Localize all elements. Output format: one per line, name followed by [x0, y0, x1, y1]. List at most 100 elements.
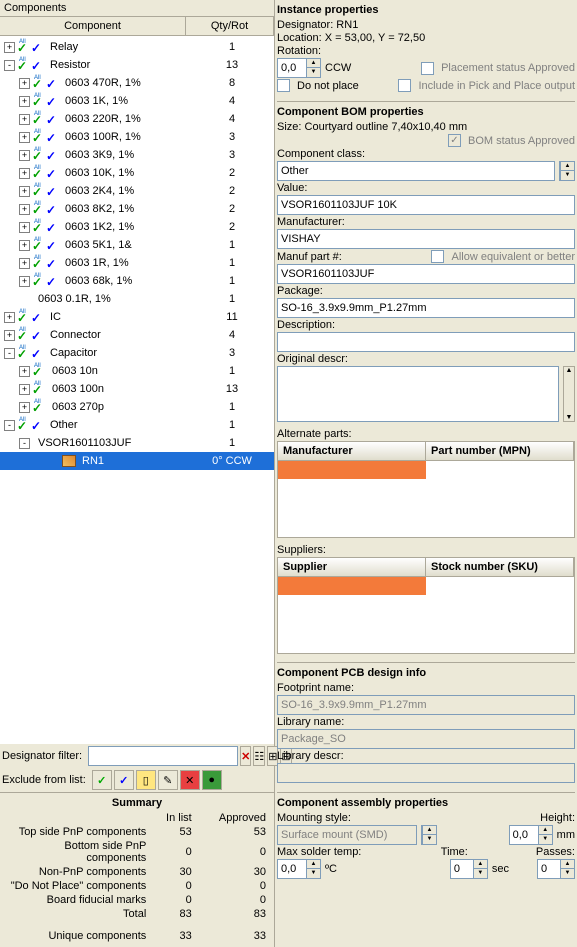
check-all-icon[interactable] — [17, 59, 30, 72]
alt-col-mpn[interactable]: Part number (MPN) — [426, 442, 574, 460]
check-all-icon[interactable] — [32, 77, 45, 90]
expand-icon[interactable]: + — [19, 186, 30, 197]
check-all-icon[interactable] — [32, 401, 45, 414]
check-blue-icon[interactable] — [31, 419, 44, 432]
solder-temp-spinner[interactable]: ▲▼ — [277, 859, 321, 879]
check-blue-icon[interactable] — [46, 131, 59, 144]
check-all-icon[interactable] — [32, 95, 45, 108]
check-all-icon[interactable] — [32, 185, 45, 198]
sup-col-sku[interactable]: Stock number (SKU) — [426, 558, 574, 576]
passes-input[interactable] — [538, 860, 560, 878]
placement-approved-checkbox[interactable] — [421, 62, 434, 75]
class-up[interactable]: ▲ — [560, 162, 574, 171]
expand-icon[interactable]: + — [19, 384, 30, 395]
expand-icon[interactable]: + — [19, 222, 30, 233]
tree-row[interactable]: +0603 3K9, 1%3 — [0, 146, 274, 164]
check-blue-icon[interactable] — [46, 203, 59, 216]
value-input[interactable] — [277, 195, 575, 215]
tree-row[interactable]: +0603 470R, 1%8 — [0, 74, 274, 92]
orig-desc-scroll-down[interactable]: ▼ — [564, 414, 574, 421]
exclude-tool3-button[interactable]: ✕ — [180, 770, 200, 790]
check-blue-icon[interactable] — [46, 275, 59, 288]
tree-row[interactable]: +IC11 — [0, 308, 274, 326]
expand-icon[interactable]: + — [19, 150, 30, 161]
rotation-spinner[interactable]: ▲▼ — [277, 58, 321, 78]
check-all-icon[interactable] — [17, 329, 30, 342]
check-all-icon[interactable] — [32, 275, 45, 288]
check-all-icon[interactable] — [32, 257, 45, 270]
tree-row[interactable]: +0603 1K, 1%4 — [0, 92, 274, 110]
check-blue-icon[interactable] — [46, 95, 59, 108]
do-not-place-checkbox[interactable] — [277, 79, 290, 92]
tree-row[interactable]: -Resistor13 — [0, 56, 274, 74]
exclude-tool1-button[interactable]: ▯ — [136, 770, 156, 790]
tree-view-button[interactable]: ☷ — [253, 746, 265, 766]
tree-row[interactable]: +0603 10n1 — [0, 362, 274, 380]
orig-desc-scroll-up[interactable]: ▲ — [564, 367, 574, 374]
designator-filter-input[interactable] — [88, 746, 238, 766]
check-blue-icon[interactable] — [31, 41, 44, 54]
tree-row[interactable]: +0603 68k, 1%1 — [0, 272, 274, 290]
check-all-icon[interactable] — [32, 113, 45, 126]
rotation-input[interactable] — [278, 59, 306, 77]
check-blue-icon[interactable] — [31, 329, 44, 342]
time-down[interactable]: ▼ — [473, 869, 487, 878]
tree-row-selected[interactable]: RN10° CCW — [0, 452, 274, 470]
tree-row[interactable]: +0603 220R, 1%4 — [0, 110, 274, 128]
expand-icon[interactable]: + — [4, 42, 15, 53]
manuf-part-input[interactable] — [277, 264, 575, 284]
expand-icon[interactable]: + — [19, 402, 30, 413]
check-all-icon[interactable] — [32, 167, 45, 180]
manufacturer-input[interactable] — [277, 229, 575, 249]
height-down[interactable]: ▼ — [538, 835, 552, 844]
original-descr-textarea[interactable] — [277, 366, 559, 422]
suppliers-grid[interactable]: SupplierStock number (SKU) — [277, 557, 575, 654]
check-all-icon[interactable] — [17, 311, 30, 324]
check-blue-icon[interactable] — [46, 113, 59, 126]
expand-icon[interactable]: + — [19, 276, 30, 287]
check-all-icon[interactable] — [32, 203, 45, 216]
class-down[interactable]: ▼ — [560, 171, 574, 180]
bom-approved-checkbox[interactable]: ✓ — [448, 134, 461, 147]
solder-temp-input[interactable] — [278, 860, 306, 878]
expand-icon[interactable]: + — [4, 312, 15, 323]
check-blue-icon[interactable] — [31, 59, 44, 72]
expand-icon[interactable]: + — [19, 78, 30, 89]
passes-spinner[interactable]: ▲▼ — [537, 859, 575, 879]
package-input[interactable] — [277, 298, 575, 318]
allow-equivalent-checkbox[interactable] — [431, 250, 444, 263]
tree-row[interactable]: -Other1 — [0, 416, 274, 434]
expand-icon[interactable]: + — [19, 240, 30, 251]
alt-empty-cell[interactable] — [278, 461, 426, 479]
expand-icon[interactable]: - — [19, 438, 30, 449]
time-input[interactable] — [451, 860, 473, 878]
rotation-up[interactable]: ▲ — [306, 59, 320, 68]
expand-icon[interactable]: + — [19, 204, 30, 215]
check-all-icon[interactable] — [32, 365, 45, 378]
tree-row[interactable]: +0603 10K, 1%2 — [0, 164, 274, 182]
tree-row[interactable]: +0603 1K2, 1%2 — [0, 218, 274, 236]
check-all-icon[interactable] — [32, 149, 45, 162]
tree-row[interactable]: +0603 270p1 — [0, 398, 274, 416]
solder-up[interactable]: ▲ — [306, 860, 320, 869]
tree-row[interactable]: +Connector4 — [0, 326, 274, 344]
height-spinner[interactable]: ▲▼ — [509, 825, 553, 845]
exclude-check-blue-button[interactable]: ✓ — [114, 770, 134, 790]
check-all-icon[interactable] — [17, 347, 30, 360]
expand-icon[interactable]: - — [4, 420, 15, 431]
check-blue-icon[interactable] — [31, 311, 44, 324]
expand-icon[interactable]: + — [19, 114, 30, 125]
sup-empty-cell[interactable] — [278, 577, 426, 595]
tree-row[interactable]: +0603 2K4, 1%2 — [0, 182, 274, 200]
check-blue-icon[interactable] — [31, 347, 44, 360]
tree-row[interactable]: 0603 0.1R, 1%1 — [0, 290, 274, 308]
expand-icon[interactable]: + — [19, 258, 30, 269]
exclude-record-button[interactable]: ● — [202, 770, 222, 790]
exclude-tool2-button[interactable]: ✎ — [158, 770, 178, 790]
expand-icon[interactable]: + — [19, 132, 30, 143]
check-all-icon[interactable] — [17, 419, 30, 432]
tree-row[interactable]: +0603 5K1, 1&1 — [0, 236, 274, 254]
check-all-icon[interactable] — [17, 41, 30, 54]
components-tree[interactable]: +Relay1-Resistor13+0603 470R, 1%8+0603 1… — [0, 36, 274, 744]
expand-icon[interactable]: + — [19, 96, 30, 107]
